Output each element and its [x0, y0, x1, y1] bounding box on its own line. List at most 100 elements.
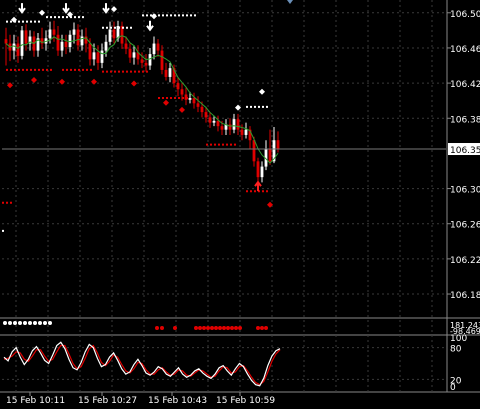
oscillator-tick-label: 80	[450, 345, 462, 355]
price-chart[interactable]: 106.505 106.465 106.425 106.385 106.305 106.2…	[0, 0, 480, 406]
indicator-dot-red	[173, 326, 177, 330]
bull-candle	[212, 120, 216, 123]
bull-candle	[80, 36, 84, 46]
indicator-dot-red	[230, 326, 234, 330]
indicator-dot-red	[218, 326, 222, 330]
indicator-dot-red	[155, 326, 159, 330]
indicator-dot-white	[23, 321, 27, 325]
indicator-dot-red	[264, 326, 268, 330]
indicator-dot-white	[48, 321, 52, 325]
bull-candle	[244, 129, 248, 135]
price-tick-label: 106.505	[450, 10, 480, 20]
bear-candle	[76, 29, 80, 46]
indicator-dot-red	[256, 326, 260, 330]
bear-candle	[276, 140, 280, 150]
bull-candle	[148, 54, 152, 66]
bear-candle	[124, 43, 128, 49]
indicator-dot-white	[3, 321, 7, 325]
indicator-dot-red	[160, 326, 164, 330]
bear-candle	[240, 129, 244, 135]
oscillator-tick-label: 100	[450, 334, 467, 344]
bull-candle	[48, 29, 52, 39]
bear-candle	[144, 62, 148, 66]
bull-candle	[104, 41, 108, 51]
bull-candle	[152, 43, 156, 55]
bear-candle	[236, 119, 240, 130]
signal-dot	[2, 201, 4, 204]
bear-candle	[180, 89, 184, 95]
indicator-dot-white	[13, 321, 17, 325]
bear-candle	[16, 43, 20, 56]
bull-candle	[232, 119, 236, 130]
bear-candle	[220, 126, 224, 130]
bear-candle	[24, 30, 28, 44]
indicator-dot-red	[234, 326, 238, 330]
indicator-dot-red	[214, 326, 218, 330]
price-tick-label: 106.185	[450, 291, 480, 301]
bull-candle	[260, 166, 264, 178]
chart-window[interactable]: 106.505 106.465 106.425 106.385 106.305 106.2…	[0, 0, 480, 406]
indicator-dot-red	[226, 326, 230, 330]
bull-candle	[72, 29, 76, 35]
bull-candle	[20, 30, 24, 56]
price-tick-label: 106.465	[450, 45, 480, 55]
bear-candle	[52, 29, 56, 35]
bull-candle	[100, 50, 104, 63]
bear-candle	[256, 161, 260, 178]
bear-candle	[140, 59, 144, 63]
price-tick-label: 106.425	[450, 80, 480, 90]
bear-candle	[160, 50, 164, 70]
bear-candle	[204, 112, 208, 118]
price-tick-label: 106.225	[450, 256, 480, 266]
bear-candle	[4, 39, 8, 44]
indicator-dot-red	[206, 326, 210, 330]
bear-candle	[196, 103, 200, 107]
indicator-dot-red	[198, 326, 202, 330]
indicator-dot-white	[33, 321, 37, 325]
price-tick-label: 106.305	[450, 186, 480, 196]
indicator-dot-red	[238, 326, 242, 330]
bear-candle	[192, 98, 196, 104]
indicator-dot-white	[18, 321, 22, 325]
current-price-label: 106.350	[450, 146, 480, 156]
time-axis-label: 15 Feb 10:59	[216, 396, 275, 405]
indicator-dot-red	[202, 326, 206, 330]
bull-candle	[108, 29, 112, 42]
indicator-dot-red	[194, 326, 198, 330]
bull-candle	[68, 34, 72, 48]
price-tick-label: 106.385	[450, 115, 480, 125]
indicator-dot-white	[28, 321, 32, 325]
price-tick-label: 106.265	[450, 221, 480, 231]
bear-candle	[156, 43, 160, 51]
indicator-dot-white	[43, 321, 47, 325]
bear-candle	[128, 48, 132, 58]
bull-candle	[92, 52, 96, 60]
time-axis-label: 15 Feb 10:43	[148, 396, 207, 405]
signal-dot	[2, 229, 4, 232]
bear-candle	[176, 83, 180, 90]
oscillator-tick-label: 0	[450, 383, 456, 393]
bull-candle	[60, 41, 64, 51]
time-axis-label: 15 Feb 10:27	[78, 396, 137, 405]
signal-dot	[6, 201, 8, 204]
time-axis-label: 15 Feb 10:11	[6, 396, 65, 405]
bear-candle	[112, 29, 116, 39]
bear-candle	[252, 140, 256, 162]
indicator-dot-white	[38, 321, 42, 325]
bear-candle	[56, 34, 60, 51]
bear-candle	[64, 41, 68, 48]
bull-candle	[132, 52, 136, 58]
bear-candle	[268, 149, 272, 162]
indicator-dot-red	[260, 326, 264, 330]
bull-candle	[168, 68, 172, 77]
bear-candle	[200, 106, 204, 113]
bear-candle	[228, 124, 232, 130]
indicator-dot-white	[8, 321, 12, 325]
bear-candle	[88, 43, 92, 60]
signal-dot	[10, 201, 12, 204]
bear-candle	[96, 52, 100, 63]
bear-candle	[208, 117, 212, 123]
bull-candle	[188, 98, 192, 100]
indicator-dot-red	[222, 326, 226, 330]
indicator-dot-red	[210, 326, 214, 330]
